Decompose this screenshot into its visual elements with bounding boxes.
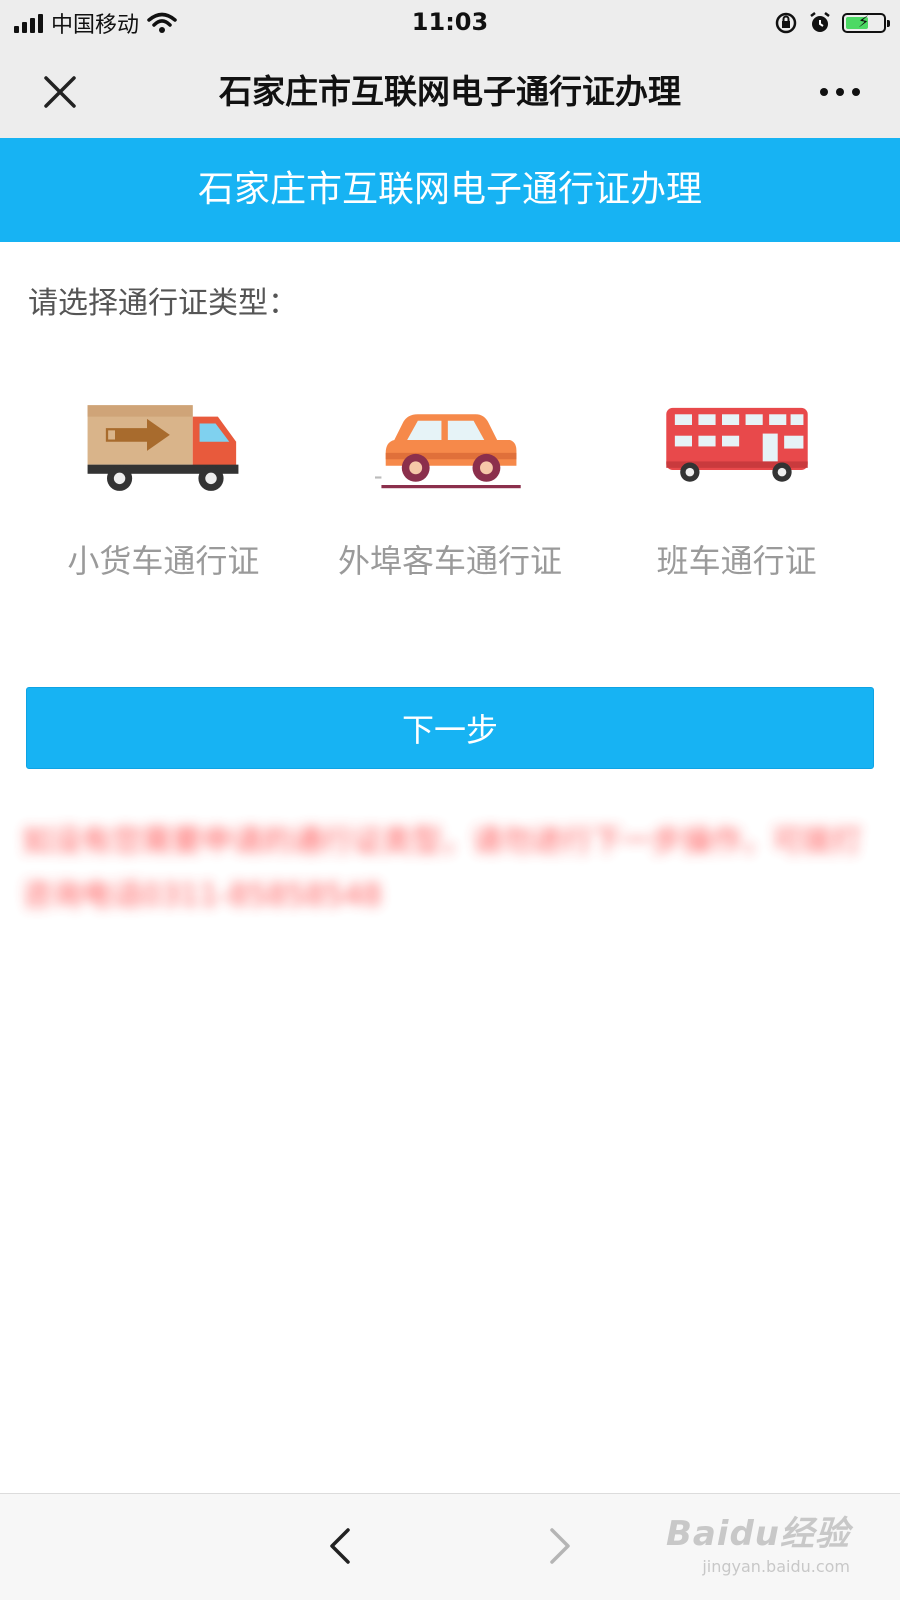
battery-icon: ⚡ — [842, 12, 890, 33]
close-icon[interactable] — [36, 68, 84, 116]
forward-arrow-icon[interactable] — [540, 1522, 580, 1570]
type-prompt: 请选择通行证类型： — [28, 286, 298, 321]
car-icon — [374, 414, 521, 489]
rotation-lock-icon — [775, 12, 797, 34]
watermark-logo: Baidu经验 — [665, 1514, 850, 1554]
pass-type-list: 小货车通行证 外埠客车通行证 班车通行证 — [0, 395, 900, 582]
more-icon[interactable] — [810, 68, 870, 116]
notice-text: 如没有您需要申请的通行证类型，请勿进行下一步操作，可拨打咨询电话0311-858… — [22, 824, 862, 913]
alarm-icon — [810, 12, 830, 32]
pass-type-shuttle-bus[interactable]: 班车通行证 — [607, 395, 867, 582]
bottom-toolbar: Baidu经验 jingyan.baidu.com — [0, 1493, 900, 1600]
nav-bar: 石家庄市互联网电子通行证办理 — [0, 46, 900, 138]
watermark-url: jingyan.baidu.com — [702, 1557, 850, 1576]
watermark: Baidu经验 jingyan.baidu.com — [666, 1506, 850, 1576]
status-time: 11:03 — [411, 8, 489, 36]
pass-type-small-truck[interactable]: 小货车通行证 — [33, 395, 293, 582]
pass-type-label: 小货车通行证 — [67, 542, 260, 580]
truck-icon — [87, 405, 239, 491]
pass-type-label: 班车通行证 — [656, 542, 817, 580]
pass-type-coach[interactable]: 外埠客车通行证 — [320, 395, 580, 582]
nav-title: 石家庄市互联网电子通行证办理 — [219, 72, 681, 111]
page-title: 石家庄市互联网电子通行证办理 — [0, 138, 900, 242]
status-bar: 中国移动 11:03 ⚡ — [0, 0, 900, 46]
bus-icon — [665, 407, 808, 482]
pass-type-label: 外埠客车通行证 — [337, 542, 562, 580]
next-step-button[interactable]: 下一步 — [26, 687, 874, 769]
status-right: ⚡ — [774, 8, 890, 38]
back-arrow-icon[interactable] — [320, 1522, 360, 1570]
